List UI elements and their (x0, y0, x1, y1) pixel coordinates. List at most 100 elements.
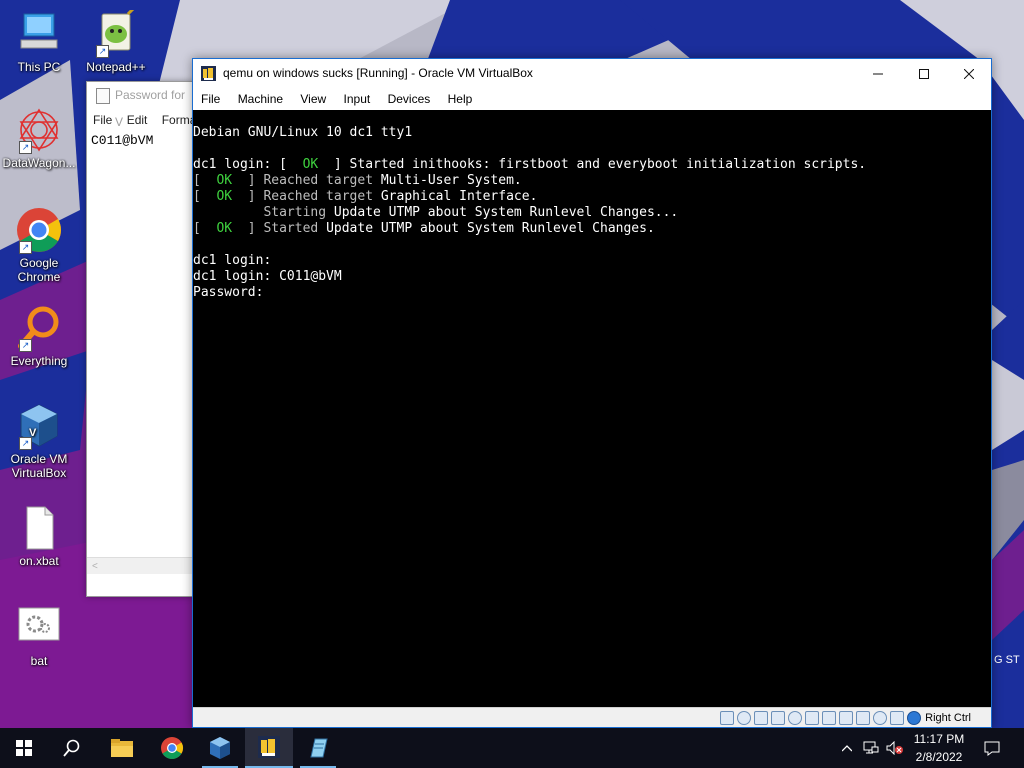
this-pc-icon (15, 10, 63, 58)
minimize-button[interactable] (855, 59, 901, 88)
taskbar-clock[interactable]: 11:17 PM 2/8/2022 (906, 730, 972, 766)
notepadpp-icon: ↗ (92, 4, 140, 58)
notepad-menu-file[interactable]: File (93, 113, 112, 127)
shortcut-arrow-icon: ↗ (19, 241, 32, 254)
notepad-horizontal-scrollbar[interactable]: < (87, 557, 193, 574)
console-unit-name: inithooks: firstboot and everyboot initi… (412, 157, 867, 172)
volume-muted-icon (886, 741, 903, 755)
taskbar-virtualbox-manager[interactable] (196, 728, 244, 768)
console-password-prompt[interactable]: Password: (193, 285, 991, 301)
network-icon (863, 741, 879, 754)
desktop-icon-label: Oracle VM VirtualBox (10, 452, 68, 480)
console-blank (193, 237, 991, 253)
taskbar-vm-window[interactable] (245, 728, 293, 768)
console-line: dc1 login: [ OK ] Started inithooks: fir… (193, 157, 991, 173)
console-text: [ (193, 221, 217, 236)
notifications-button[interactable] (978, 728, 1006, 768)
file-icon (15, 504, 63, 552)
console-unit-name: Graphical Interface. (380, 189, 538, 204)
console-text: ] Reached target (232, 173, 381, 188)
notepad-menu-format[interactable]: Forma (162, 113, 193, 127)
console-login-prompt: dc1 login: (193, 253, 272, 268)
wallpaper-edge-text: G ST (994, 654, 1020, 666)
shortcut-arrow-icon: ↗ (19, 437, 32, 450)
console-text: [ (193, 189, 217, 204)
shortcut-arrow-icon: ↗ (19, 339, 32, 352)
host-key-label: Right Ctrl (925, 711, 971, 724)
close-button[interactable] (946, 59, 992, 88)
show-hidden-icons-button[interactable] (838, 728, 856, 768)
notepad-titlebar[interactable]: Password for V (87, 82, 193, 129)
audio-icon[interactable] (754, 710, 769, 725)
shared-folders-icon[interactable] (805, 710, 820, 725)
notepad-menu-edit[interactable]: Edit (127, 113, 148, 127)
console-login-prompt: dc1 login: C011@bVM (193, 269, 342, 284)
console-blank (193, 141, 991, 157)
host-key-arrow-icon (907, 710, 922, 725)
clock-date: 2/8/2022 (915, 750, 963, 764)
menu-view[interactable]: View (293, 88, 333, 110)
console-line: [ OK ] Reached target Graphical Interfac… (193, 189, 991, 205)
datawagon-icon: ↗ (15, 106, 63, 154)
search-button[interactable] (48, 728, 96, 768)
desktop-icon-label: bat (30, 654, 48, 668)
maximize-icon (919, 68, 929, 79)
desktop-icon-notepadpp[interactable]: ↗ Notepad++ (77, 4, 155, 74)
ok-status: OK (216, 173, 233, 188)
taskbar-notepad[interactable] (294, 728, 342, 768)
desktop-icon-virtualbox[interactable]: V ↗ Oracle VM VirtualBox (0, 402, 78, 480)
desktop-icon-label: Google Chrome (17, 256, 61, 284)
menu-input[interactable]: Input (337, 88, 378, 110)
maximize-button[interactable] (901, 59, 947, 88)
vm-console-screen[interactable]: Debian GNU/Linux 10 dc1 tty1 dc1 login: … (193, 110, 991, 709)
ok-status: OK (216, 221, 233, 236)
shortcut-arrow-icon: ↗ (19, 141, 32, 154)
desktop-icon-everything[interactable]: ↗ Everything (0, 304, 78, 368)
notepad-text-area[interactable]: C011@bVM (87, 131, 193, 150)
taskbar-file-explorer[interactable] (98, 728, 146, 768)
clock-time: 11:17 PM (913, 732, 965, 746)
volume-tray-button[interactable] (884, 728, 906, 768)
vm-menubar: File Machine View Input Devices Help (193, 88, 991, 110)
menu-devices[interactable]: Devices (381, 88, 438, 110)
desktop-icon-this-pc[interactable]: This PC (0, 10, 78, 74)
vm-window-titlebar[interactable]: qemu on windows sucks [Running] - Oracle… (193, 59, 991, 88)
console-text: ] Started (232, 221, 327, 236)
virtualbox-vm-window[interactable]: qemu on windows sucks [Running] - Oracle… (192, 58, 992, 728)
menu-file[interactable]: File (193, 88, 227, 110)
usb-icon[interactable] (788, 710, 803, 725)
network-icon[interactable] (771, 710, 786, 725)
desktop-icon-bat[interactable]: bat (0, 604, 78, 668)
menu-help[interactable]: Help (441, 88, 480, 110)
desktop-icon-chrome[interactable]: ↗ Google Chrome (0, 206, 78, 284)
search-icon (63, 739, 80, 757)
console-unit-name: Update UTMP about System Runlevel Change… (333, 205, 679, 220)
console-text: ] Started (318, 157, 413, 172)
cpu-icon[interactable] (856, 710, 871, 725)
optical-drive-icon[interactable] (737, 710, 752, 725)
console-line: Starting Update UTMP about System Runlev… (193, 205, 991, 221)
network-tray-button[interactable] (860, 728, 882, 768)
notification-icon (984, 741, 1000, 756)
taskbar: 11:17 PM 2/8/2022 (0, 728, 1024, 768)
scroll-left-arrow-icon[interactable]: < (92, 561, 98, 572)
console-text: [ (193, 173, 217, 188)
notepad-window[interactable]: Password for V File Edit Forma C011@bVM … (86, 81, 194, 597)
mouse-integration-icon[interactable] (873, 710, 888, 725)
desktop-icon-on-xbat[interactable]: on.xbat (0, 504, 78, 568)
desktop-icon-datawagon[interactable]: ↗ DataWagon... (0, 106, 78, 170)
shortcut-arrow-icon: ↗ (96, 45, 109, 58)
start-button[interactable] (0, 728, 48, 768)
desktop-icon-label: DataWagon... (2, 156, 76, 170)
ok-status: OK (216, 189, 233, 204)
chrome-icon (161, 737, 183, 759)
keyboard-icon[interactable] (890, 710, 905, 725)
minimize-icon (873, 73, 883, 74)
hard-disk-icon[interactable] (720, 710, 735, 725)
display-icon[interactable] (822, 710, 837, 725)
menu-machine[interactable]: Machine (231, 88, 290, 110)
taskbar-chrome[interactable] (148, 728, 196, 768)
notepad-menubar: File Edit Forma (87, 109, 193, 131)
batch-file-icon (15, 604, 63, 652)
video-capture-icon[interactable] (839, 710, 854, 725)
